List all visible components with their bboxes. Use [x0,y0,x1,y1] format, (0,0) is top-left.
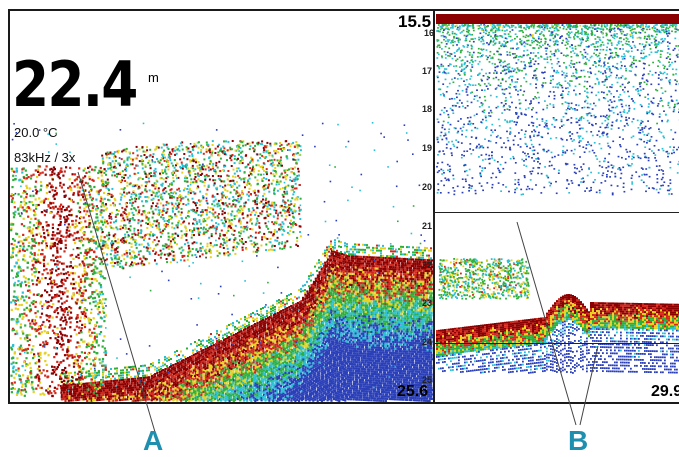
callout-b-leader-2 [579,345,599,426]
callout-a-leader [77,171,156,433]
callout-leader-lines [77,171,599,433]
callout-b-leader-1 [516,221,577,426]
callout-a-label: A [143,425,164,456]
callout-b-label: B [568,425,589,456]
sonar-display: 22.4 m 20.0 °C 83kHz / 3x 15.5 25.6 29.9… [0,0,679,457]
